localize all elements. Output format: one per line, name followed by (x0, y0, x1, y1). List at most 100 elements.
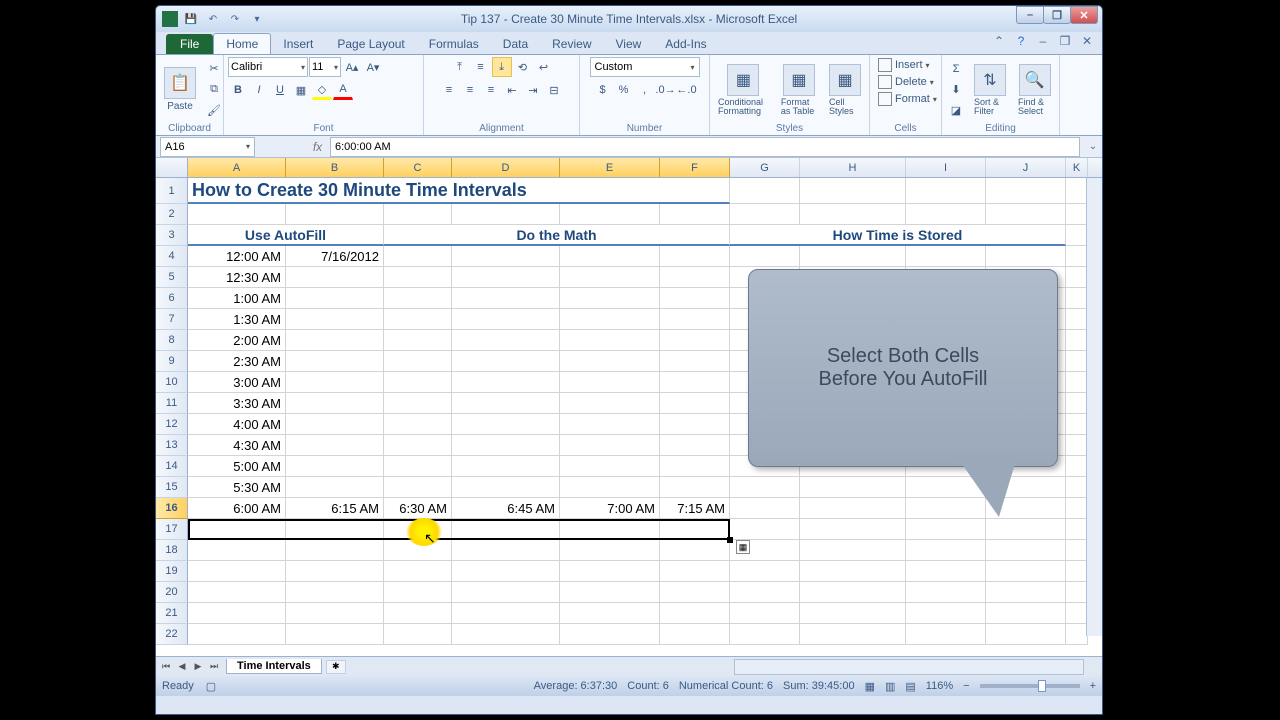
cell-E11[interactable] (560, 393, 660, 414)
cell-C5[interactable] (384, 267, 452, 288)
format-painter-icon[interactable]: 🖌 (204, 101, 224, 121)
undo-icon[interactable]: ↶ (204, 10, 222, 28)
cell-A22[interactable] (188, 624, 286, 645)
cell-K21[interactable] (1066, 603, 1088, 624)
font-name-select[interactable]: Calibri▾ (228, 57, 308, 77)
cell-C18[interactable] (384, 540, 452, 561)
cell-I2[interactable] (906, 204, 986, 225)
cell-C15[interactable] (384, 477, 452, 498)
zoom-thumb[interactable] (1038, 680, 1046, 692)
cell-D16[interactable]: 6:45 AM (452, 498, 560, 519)
align-right-icon[interactable]: ≡ (481, 80, 501, 100)
cell-G4[interactable] (730, 246, 800, 267)
cell-J17[interactable] (986, 519, 1066, 540)
cell-K18[interactable] (1066, 540, 1088, 561)
cell-K20[interactable] (1066, 582, 1088, 603)
increase-decimal-icon[interactable]: .0→ (656, 80, 676, 100)
insert-cells-button[interactable]: Insert▾ (874, 57, 934, 73)
find-select-button[interactable]: 🔍Find & Select (1014, 62, 1055, 118)
column-header-I[interactable]: I (906, 158, 986, 177)
cell[interactable] (800, 178, 906, 204)
cell-G22[interactable] (730, 624, 800, 645)
name-box[interactable]: A16▾ (160, 137, 255, 157)
cell-C13[interactable] (384, 435, 452, 456)
minimize-button[interactable]: – (1016, 6, 1044, 24)
cell-E13[interactable] (560, 435, 660, 456)
cell-D5[interactable] (452, 267, 560, 288)
align-top-icon[interactable]: ⤒ (450, 57, 470, 77)
font-size-select[interactable]: 11▾ (309, 57, 341, 77)
autosum-icon[interactable]: Σ (946, 59, 966, 79)
font-color-button[interactable]: A (333, 80, 353, 100)
cell-E10[interactable] (560, 372, 660, 393)
cell-E9[interactable] (560, 351, 660, 372)
cell-A16[interactable]: 6:00 AM (188, 498, 286, 519)
cell-F13[interactable] (660, 435, 730, 456)
cell-E14[interactable] (560, 456, 660, 477)
decrease-indent-icon[interactable]: ⇤ (502, 80, 522, 100)
cell-K22[interactable] (1066, 624, 1088, 645)
cell-D17[interactable] (452, 519, 560, 540)
cell-D8[interactable] (452, 330, 560, 351)
cell-F15[interactable] (660, 477, 730, 498)
cell-H19[interactable] (800, 561, 906, 582)
minimize-ribbon-icon[interactable]: ⌃ (990, 32, 1008, 50)
cell-E12[interactable] (560, 414, 660, 435)
cell-E7[interactable] (560, 309, 660, 330)
tab-addins[interactable]: Add-Ins (653, 34, 718, 54)
cell-E15[interactable] (560, 477, 660, 498)
row-header-8[interactable]: 8 (156, 330, 188, 351)
cell-A6[interactable]: 1:00 AM (188, 288, 286, 309)
cell-D15[interactable] (452, 477, 560, 498)
cut-icon[interactable]: ✂ (204, 59, 224, 79)
comma-icon[interactable]: , (635, 80, 655, 100)
cell-E8[interactable] (560, 330, 660, 351)
column-header-E[interactable]: E (560, 158, 660, 177)
cell-G21[interactable] (730, 603, 800, 624)
cell-B14[interactable] (286, 456, 384, 477)
cell-K2[interactable] (1066, 204, 1088, 225)
fill-color-button[interactable]: ◇ (312, 80, 332, 100)
tab-formulas[interactable]: Formulas (417, 34, 491, 54)
cell-E18[interactable] (560, 540, 660, 561)
column-header-B[interactable]: B (286, 158, 384, 177)
cell-E2[interactable] (560, 204, 660, 225)
cell-K7[interactable] (1066, 309, 1088, 330)
cell-F2[interactable] (660, 204, 730, 225)
qat-more-icon[interactable]: ▾ (248, 10, 266, 28)
cell-A21[interactable] (188, 603, 286, 624)
cell-K17[interactable] (1066, 519, 1088, 540)
row-header-18[interactable]: 18 (156, 540, 188, 561)
cell-K9[interactable] (1066, 351, 1088, 372)
cell-F4[interactable] (660, 246, 730, 267)
align-center-icon[interactable]: ≡ (460, 80, 480, 100)
cell-C9[interactable] (384, 351, 452, 372)
cell-C10[interactable] (384, 372, 452, 393)
redo-icon[interactable]: ↷ (226, 10, 244, 28)
shrink-font-icon[interactable]: A▾ (363, 57, 383, 77)
column-header-J[interactable]: J (986, 158, 1066, 177)
tab-view[interactable]: View (604, 34, 654, 54)
row-header-21[interactable]: 21 (156, 603, 188, 624)
cell-E21[interactable] (560, 603, 660, 624)
cell-C2[interactable] (384, 204, 452, 225)
cell-B22[interactable] (286, 624, 384, 645)
cell-J20[interactable] (986, 582, 1066, 603)
cell-F21[interactable] (660, 603, 730, 624)
fill-handle[interactable] (727, 537, 733, 543)
cell-E6[interactable] (560, 288, 660, 309)
row-header-5[interactable]: 5 (156, 267, 188, 288)
cell-G20[interactable] (730, 582, 800, 603)
view-normal-icon[interactable]: ▦ (865, 680, 875, 693)
cell-F8[interactable] (660, 330, 730, 351)
cell-K12[interactable] (1066, 414, 1088, 435)
cell-K11[interactable] (1066, 393, 1088, 414)
sort-filter-button[interactable]: ⇅Sort & Filter (970, 62, 1010, 118)
cell-A2[interactable] (188, 204, 286, 225)
zoom-in-button[interactable]: + (1090, 680, 1096, 692)
cell-styles-button[interactable]: ▦Cell Styles (825, 62, 865, 118)
cell-E16[interactable]: 7:00 AM (560, 498, 660, 519)
align-middle-icon[interactable]: ≡ (471, 57, 491, 77)
expand-formula-bar-icon[interactable]: ⌄ (1084, 138, 1102, 156)
cell-E4[interactable] (560, 246, 660, 267)
